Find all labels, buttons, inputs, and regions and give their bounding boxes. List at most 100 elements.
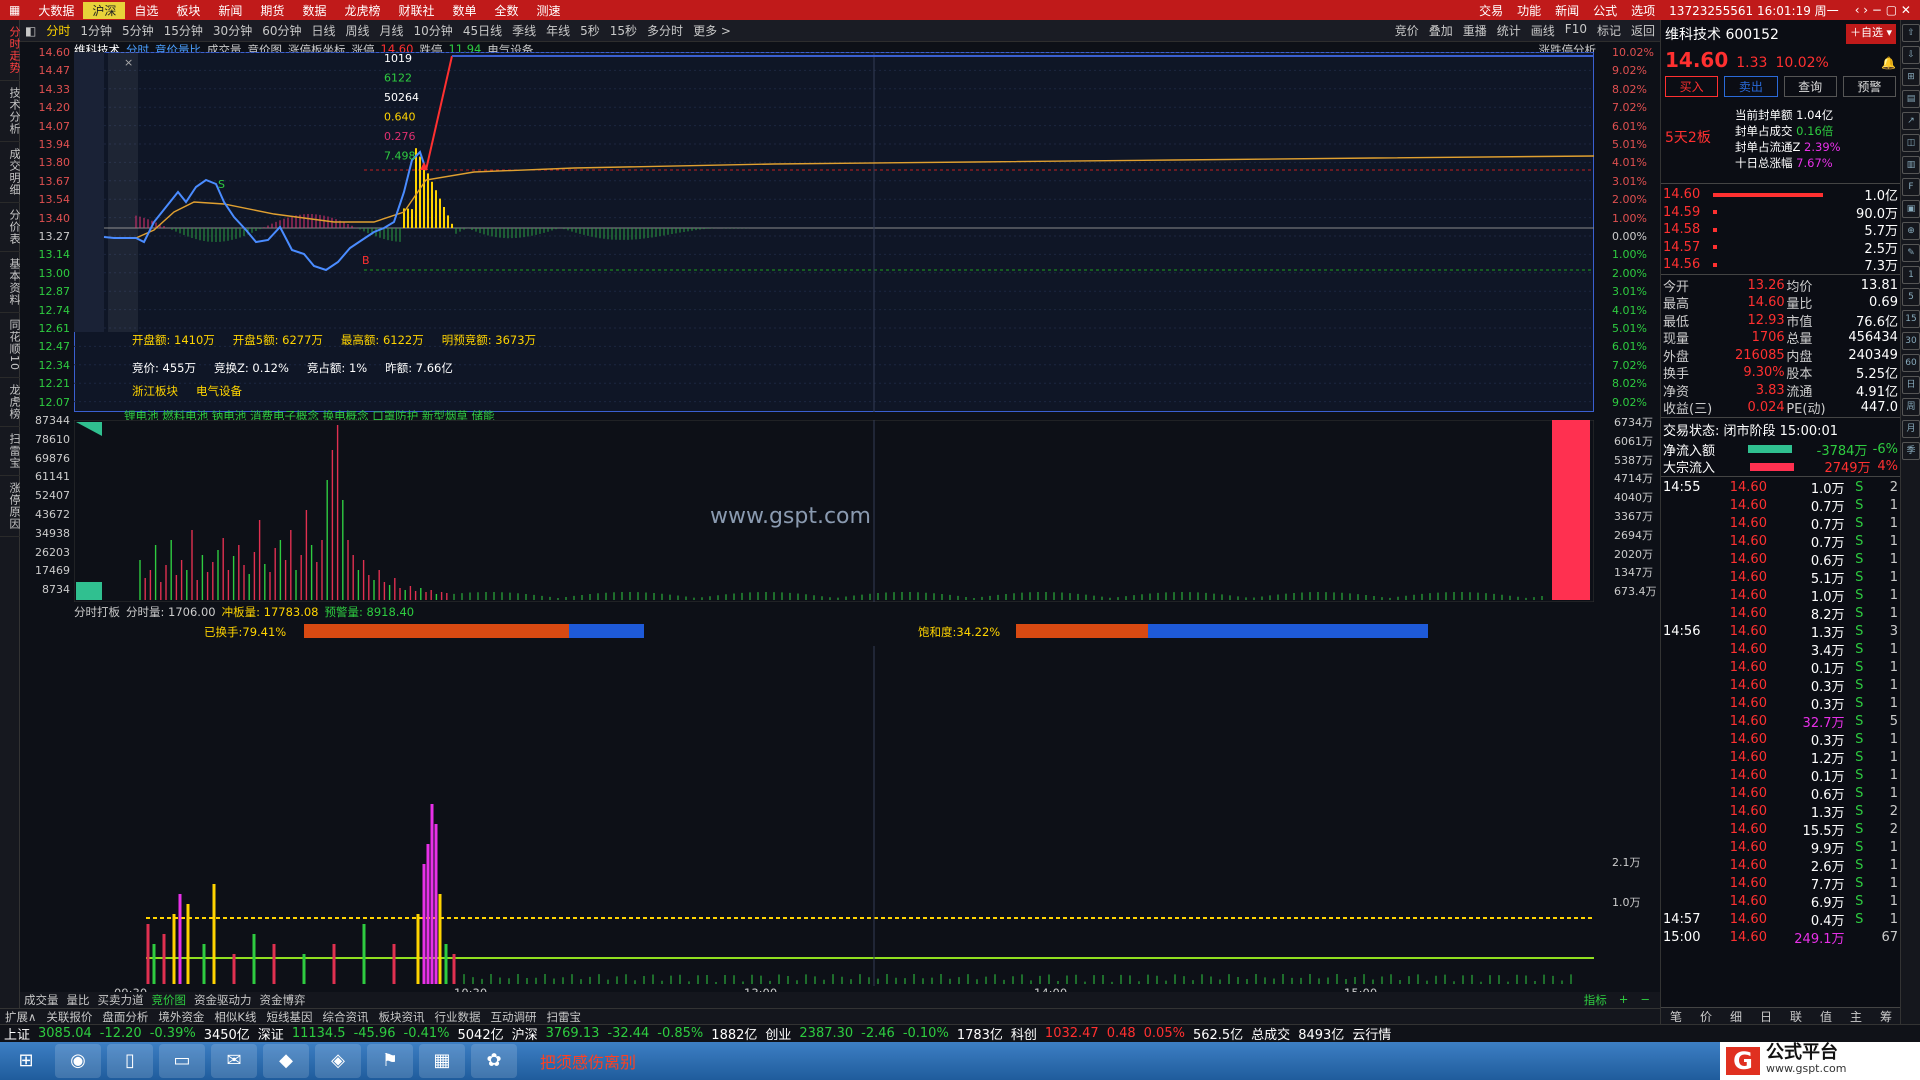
indicator-tab[interactable]: 量比 <box>63 992 94 1008</box>
top-right-item[interactable]: 新闻 <box>1548 2 1586 19</box>
indicator-tab[interactable]: 买卖力道 <box>94 992 148 1008</box>
top-menu-item[interactable]: 自选 <box>125 2 167 19</box>
period-tab[interactable]: 15分钟 <box>159 22 208 39</box>
left-nav-item[interactable]: 分时走势 <box>0 20 21 81</box>
period-tool[interactable]: 竞价 <box>1390 22 1424 39</box>
browser-icon[interactable]: ◉ <box>55 1044 101 1078</box>
quote-bottom-tab[interactable]: 主 <box>1850 1008 1862 1025</box>
icon-9[interactable]: ▣ <box>1902 200 1920 218</box>
indicator-tab[interactable]: 成交量 <box>20 992 63 1008</box>
extension-tab[interactable]: 行业数据 <box>429 1009 485 1025</box>
left-nav-item[interactable]: 技术分析 <box>0 81 21 142</box>
top-menu-item[interactable]: 大数据 <box>29 2 83 19</box>
trade-button-0[interactable]: 买入 <box>1665 76 1719 97</box>
indicator-tab[interactable]: 资金博弈 <box>256 992 310 1008</box>
icon-20[interactable]: 季 <box>1902 442 1920 460</box>
top-menu-item[interactable]: 新闻 <box>209 2 251 19</box>
extension-tab[interactable]: 综合资讯 <box>317 1009 373 1025</box>
icon-11[interactable]: ✎ <box>1902 244 1920 262</box>
period-tab[interactable]: 10分钟 <box>409 22 458 39</box>
extension-tab[interactable]: 相似K线 <box>209 1009 261 1025</box>
period-tool[interactable]: 画线 <box>1526 22 1560 39</box>
folder-icon[interactable]: ▭ <box>159 1044 205 1078</box>
window-controls[interactable]: ‹ › − ▢ ✕ <box>1846 3 1920 17</box>
quote-bottom-tab[interactable]: 值 <box>1820 1008 1832 1025</box>
extension-tab[interactable]: 关联报价 <box>41 1009 97 1025</box>
bottom-tool[interactable]: − <box>1634 992 1656 1008</box>
left-nav-item[interactable]: 涨停原因 <box>0 476 21 537</box>
trade-button-1[interactable]: 卖出 <box>1724 76 1778 97</box>
price-chart[interactable]: × 1019 6122 50264 0.640 0.276 7.498 S B <box>74 52 1594 412</box>
app-icon-5[interactable]: ◆ <box>263 1044 309 1078</box>
period-tab[interactable]: 日线 <box>306 22 340 39</box>
left-nav-item[interactable]: 分价表 <box>0 203 21 252</box>
period-tab[interactable]: 更多 > <box>688 22 736 39</box>
top-menu-item[interactable]: 龙虎榜 <box>335 2 389 19</box>
top-right-item[interactable]: 选项 <box>1624 2 1662 19</box>
top-menu-item[interactable]: 沪深 <box>83 1 126 19</box>
bottom-tool[interactable]: + <box>1613 992 1635 1008</box>
period-tab[interactable]: 月线 <box>375 22 409 39</box>
left-nav-item[interactable]: 成交明细 <box>0 142 21 203</box>
top-menu-item[interactable]: 板块 <box>167 2 209 19</box>
sector-tag[interactable]: 浙江板块 <box>132 383 178 399</box>
period-tab[interactable]: 5分钟 <box>117 22 159 39</box>
period-tool[interactable]: 返回 <box>1626 22 1660 39</box>
quote-bottom-tab[interactable]: 日 <box>1760 1008 1772 1025</box>
index-name[interactable]: 科创 <box>1007 1024 1041 1043</box>
trade-button-2[interactable]: 查询 <box>1783 76 1837 97</box>
period-tab[interactable]: 15秒 <box>605 22 642 39</box>
app-icon-6[interactable]: ◈ <box>315 1044 361 1078</box>
toggle-icon[interactable]: ◧ <box>20 24 41 38</box>
period-tab[interactable]: 周线 <box>341 22 375 39</box>
indicator-tab[interactable]: 竞价图 <box>148 992 191 1008</box>
period-tab[interactable]: 1分钟 <box>75 22 117 39</box>
period-tool[interactable]: 标记 <box>1592 22 1626 39</box>
extension-tab[interactable]: 短线基因 <box>261 1009 317 1025</box>
top-right-item[interactable]: 公式 <box>1586 2 1624 19</box>
sector-tag[interactable]: 电气设备 <box>196 383 242 399</box>
start-icon[interactable]: ⊞ <box>3 1044 49 1078</box>
icon-17[interactable]: 日 <box>1902 376 1920 394</box>
index-name[interactable]: 上证 <box>0 1024 34 1043</box>
top-right-item[interactable]: 交易 <box>1472 2 1510 19</box>
top-menu-item[interactable]: 全数 <box>486 2 528 19</box>
period-tab[interactable]: 60分钟 <box>257 22 306 39</box>
period-tab[interactable]: 季线 <box>507 22 541 39</box>
extension-tab[interactable]: 扩展∧ <box>0 1009 41 1025</box>
app-icon-7[interactable]: ⚑ <box>367 1044 413 1078</box>
quote-bottom-tab[interactable]: 联 <box>1790 1008 1802 1025</box>
app-logo-icon[interactable]: ▦ <box>0 3 29 17</box>
icon-1[interactable]: ⇧ <box>1902 24 1920 42</box>
period-tab[interactable]: 45日线 <box>458 22 507 39</box>
panel-title[interactable]: 分时打板 <box>74 604 120 620</box>
board-volume-chart[interactable] <box>74 646 1594 986</box>
quote-bottom-tab[interactable]: 价 <box>1700 1008 1712 1025</box>
icon-7[interactable]: ▥ <box>1902 156 1920 174</box>
trade-button-3[interactable]: 预警 <box>1842 76 1896 97</box>
period-tool[interactable]: 叠加 <box>1424 22 1458 39</box>
bottom-tool[interactable]: 指标 <box>1578 992 1613 1008</box>
icon-2[interactable]: ⇩ <box>1902 46 1920 64</box>
extension-tab[interactable]: 板块资讯 <box>373 1009 429 1025</box>
icon-15[interactable]: 30 <box>1902 332 1920 350</box>
icon-3[interactable]: ⊞ <box>1902 68 1920 86</box>
period-tool[interactable]: 重播 <box>1458 22 1492 39</box>
top-menu-item[interactable]: 数单 <box>443 2 485 19</box>
top-right-item[interactable]: 功能 <box>1510 2 1548 19</box>
top-menu-item[interactable]: 测速 <box>528 2 570 19</box>
icon-6[interactable]: ◫ <box>1902 134 1920 152</box>
left-nav-item[interactable]: 基本资料 <box>0 252 21 313</box>
icon-5[interactable]: ↗ <box>1902 112 1920 130</box>
extension-tab[interactable]: 扫雷宝 <box>541 1009 586 1025</box>
add-watch-button[interactable]: ＋自选 ▾ <box>1845 24 1896 44</box>
period-tab[interactable]: 30分钟 <box>208 22 257 39</box>
quote-bottom-tab[interactable]: 细 <box>1730 1008 1742 1025</box>
top-menu-item[interactable]: 财联社 <box>389 2 443 19</box>
left-nav-item[interactable]: 龙虎榜 <box>0 378 21 427</box>
icon-19[interactable]: 月 <box>1902 420 1920 438</box>
top-menu-item[interactable]: 数据 <box>293 2 335 19</box>
period-tab[interactable]: 5秒 <box>575 22 605 39</box>
period-tool[interactable]: F10 <box>1560 22 1592 39</box>
app-icon-9[interactable]: ✿ <box>471 1044 517 1078</box>
